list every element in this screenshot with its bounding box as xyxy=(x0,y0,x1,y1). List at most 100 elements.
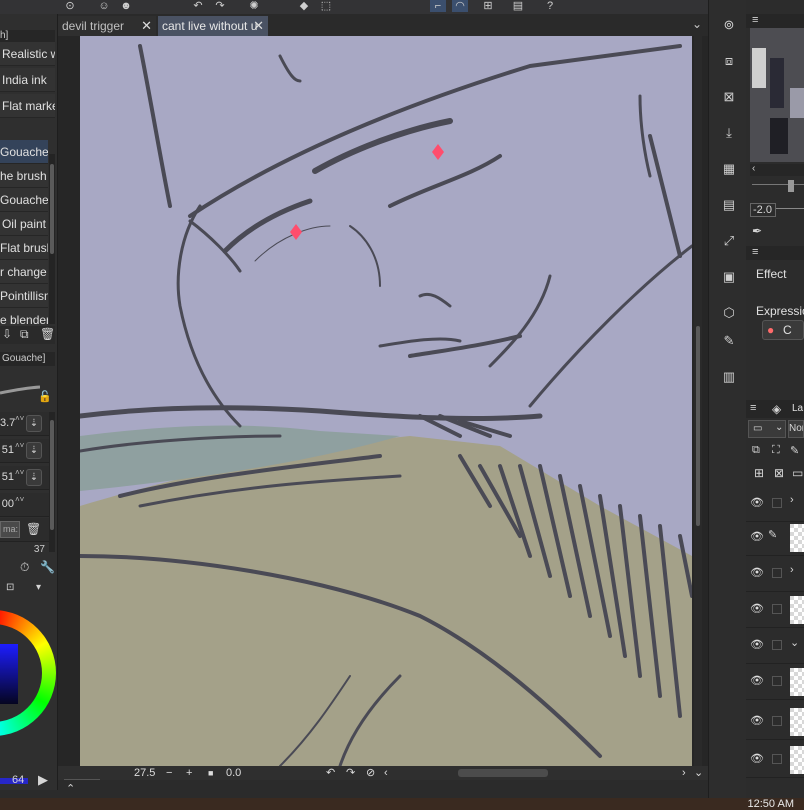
pressure-icon[interactable]: ⇣ xyxy=(26,469,42,486)
eyedropper-icon[interactable]: ✒ xyxy=(752,224,762,238)
import-icon[interactable]: ⤓ xyxy=(718,122,740,144)
layer-tab-label[interactable]: La xyxy=(792,403,803,414)
page-icon[interactable]: ▤ xyxy=(510,0,526,12)
emoji-icon[interactable]: ☺ xyxy=(96,0,112,12)
layer-row[interactable]: 👁 xyxy=(746,592,804,628)
sub-tool-item[interactable]: Realistic w xyxy=(0,42,55,66)
layer-row[interactable]: 👁 ⌄ xyxy=(746,628,804,664)
eye-icon[interactable]: 👁 xyxy=(750,752,764,765)
chevron-down-icon[interactable]: ⌄ xyxy=(790,636,799,649)
layer-property-icon[interactable]: ▤ xyxy=(718,194,740,216)
property-value[interactable]: 3.7 xyxy=(0,417,15,429)
material-icon[interactable]: ▦ xyxy=(718,158,740,180)
navigator-preview[interactable] xyxy=(750,28,804,162)
download-icon[interactable]: ⇩ xyxy=(2,327,12,341)
sub-tool-item[interactable]: India ink xyxy=(0,68,55,92)
eye-icon[interactable]: 👁 xyxy=(750,496,764,509)
eye-icon[interactable]: 👁 xyxy=(750,638,764,651)
tool-property-scrollbar[interactable] xyxy=(49,412,55,552)
menu-icon[interactable]: ≡ xyxy=(752,246,758,258)
zoom-in-button[interactable]: + xyxy=(186,766,192,780)
brush-item[interactable]: Gouache xyxy=(0,188,48,212)
saturation-box[interactable] xyxy=(0,644,18,704)
reference-icon[interactable]: ⛶ xyxy=(772,444,780,457)
edit-icon[interactable]: ✎ xyxy=(718,330,740,352)
3d-icon[interactable]: ⬡ xyxy=(718,302,740,324)
trash-icon[interactable]: 🗑 xyxy=(40,327,55,341)
transform-icon[interactable]: ⬚ xyxy=(318,0,334,12)
eye-icon[interactable]: 👁 xyxy=(750,566,764,579)
brush-item[interactable]: Flat brush xyxy=(0,236,48,260)
brush-item[interactable]: Gouache xyxy=(0,140,48,164)
brush-item[interactable]: r change xyxy=(0,260,48,284)
pressure-icon[interactable]: ⇣ xyxy=(26,442,42,459)
mask-field[interactable]: ma: xyxy=(0,521,20,538)
tab-cant-live-without-u[interactable]: cant live without u ✕ xyxy=(158,16,268,36)
spinner-icon[interactable]: ˄˅ xyxy=(15,441,25,461)
lock-layer-icon[interactable]: ✎ xyxy=(790,444,799,457)
layer-row[interactable]: 👁 › xyxy=(746,556,804,592)
help-icon[interactable]: ? xyxy=(542,0,558,12)
wrench-icon[interactable]: 🔧 xyxy=(40,560,55,574)
sub-tool-item[interactable]: Flat marker xyxy=(0,94,55,118)
layer-lock-box[interactable] xyxy=(772,498,782,508)
zoom-out-button[interactable]: − xyxy=(166,766,172,780)
spinner-icon[interactable]: ˄˅ xyxy=(15,495,25,515)
layer-row[interactable]: 👁 xyxy=(746,742,804,778)
layer-lock-box[interactable] xyxy=(772,716,782,726)
reset-rotation-icon[interactable]: ⊘ xyxy=(366,766,375,780)
grid-icon[interactable]: ⊞ xyxy=(480,0,496,12)
rotate-slider[interactable] xyxy=(776,208,804,209)
app-icon[interactable]: ⊙ xyxy=(62,0,78,12)
chevron-right-icon[interactable]: › xyxy=(790,564,794,576)
spinner-icon[interactable]: ˄˅ xyxy=(15,414,25,434)
new-raster-icon[interactable]: ⊞ xyxy=(754,466,764,480)
brush-item[interactable]: Oil paint xyxy=(0,212,48,236)
chevron-right-icon[interactable]: › xyxy=(790,494,794,506)
layer-lock-box[interactable] xyxy=(772,754,782,764)
color-menu-icon[interactable]: ▾ xyxy=(36,582,41,593)
chevron-left-icon[interactable]: ‹ xyxy=(384,766,388,780)
zoom-slider-handle[interactable] xyxy=(788,180,794,192)
eye-icon[interactable]: 👁 xyxy=(750,714,764,727)
property-value[interactable]: 51 xyxy=(0,444,14,456)
chevron-right-icon[interactable]: › xyxy=(682,766,686,780)
rotate-value-field[interactable]: -2.0 xyxy=(750,203,776,217)
drawing-canvas[interactable] xyxy=(80,36,692,766)
layer-lock-box[interactable] xyxy=(772,640,782,650)
transform-panel-icon[interactable]: ⤢ xyxy=(718,230,740,252)
avatar-icon[interactable]: ☻ xyxy=(118,0,134,12)
color-set-icon[interactable]: ⊡ xyxy=(6,582,14,593)
sub-tool-scroll-thumb[interactable] xyxy=(50,164,54,254)
eye-icon[interactable]: 👁 xyxy=(750,674,764,687)
redo-icon[interactable]: ↷ xyxy=(212,0,228,12)
menu-icon[interactable]: ≡ xyxy=(752,14,758,26)
property-value[interactable]: 51 xyxy=(0,471,14,483)
sub-view-icon[interactable]: ⧈ xyxy=(718,50,740,72)
layer-row[interactable]: 👁 ✎ xyxy=(746,520,804,556)
trash-icon[interactable]: 🗑 xyxy=(26,522,41,536)
layer-lock-box[interactable] xyxy=(772,676,782,686)
spinner-icon[interactable]: ✺ xyxy=(246,0,262,12)
clip-icon[interactable]: ⧉ xyxy=(752,444,760,457)
play-icon[interactable]: ▶ xyxy=(38,772,48,788)
tab-devil-trigger[interactable]: devil trigger ✕ xyxy=(58,16,156,36)
chevron-up-icon[interactable]: ⌃ xyxy=(66,782,75,795)
history-icon[interactable]: ▣ xyxy=(718,266,740,288)
zoom-value[interactable]: 27.5 xyxy=(134,766,155,780)
layer-lock-box[interactable] xyxy=(772,604,782,614)
layer-row[interactable]: 👁 › xyxy=(746,486,804,522)
fill-icon[interactable]: ◆ xyxy=(296,0,312,12)
expression-color-button[interactable]: ● C xyxy=(762,320,804,340)
animation-icon[interactable]: ▥ xyxy=(718,366,740,388)
navigator-scrollbar[interactable]: ‹ xyxy=(750,163,804,176)
spinner-icon[interactable]: ˄˅ xyxy=(15,468,25,488)
tool-property-scroll-thumb[interactable] xyxy=(50,420,54,530)
rotate-left-icon[interactable]: ↶ xyxy=(326,766,335,780)
close-panel-icon[interactable]: ⊠ xyxy=(718,86,740,108)
horizontal-scroll-thumb[interactable] xyxy=(458,769,548,777)
layer-row[interactable]: 👁 xyxy=(746,704,804,740)
new-folder-icon[interactable]: ▭ xyxy=(792,466,803,480)
color-wheel[interactable] xyxy=(0,610,56,736)
chevron-left-icon[interactable]: ‹ xyxy=(752,163,755,174)
